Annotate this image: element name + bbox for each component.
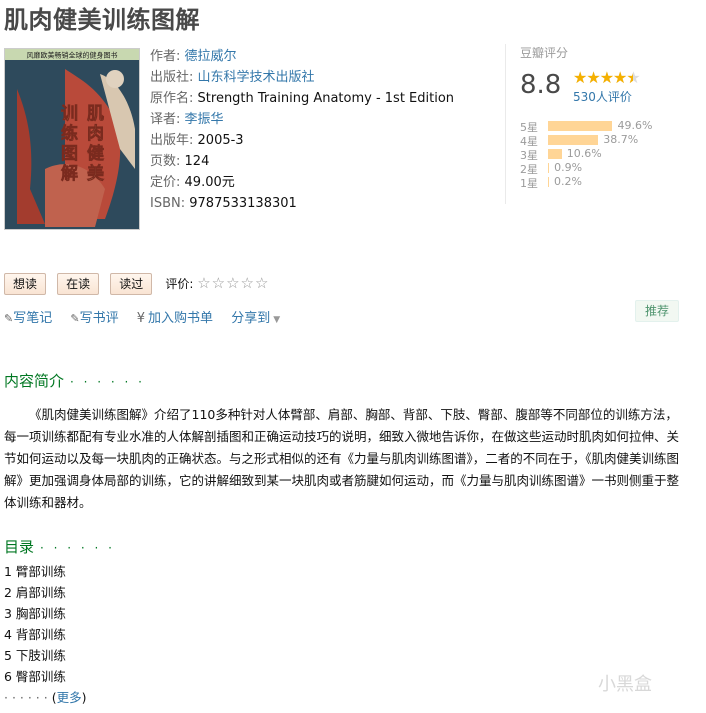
douban-rating-panel: 豆瓣评分 8.8 ★★★★★ ★★★★★ 530人评价 5星 49.6% 4星 38.… [505,44,706,204]
rating-bar-fill [548,177,549,187]
rating-bar-row: 5星 49.6% [520,119,690,134]
reading-button[interactable]: 在读 [57,273,100,295]
cover-title-char: 图 [61,144,78,164]
cover-title-char: 练 [61,123,78,144]
rating-bar-row: 3星 10.6% [520,147,690,162]
rating-bar-fill [548,121,613,131]
toc-more-link[interactable]: 更多 [57,690,82,705]
info-author: 作者: 德拉威尔 [150,49,237,64]
toc-item: 6 臀部训练 [4,669,66,684]
cover-title-char: 肌 [87,104,104,124]
book-info: 作者: 德拉威尔 出版社: 山东科学技术出版社 原作名: Strength Tr… [150,46,454,214]
author-link[interactable]: 德拉威尔 [185,49,237,64]
intro-heading: 内容简介 · · · · · · [4,372,145,390]
yen-icon: ¥ [136,311,146,326]
info-pub-year: 出版年: 2005-3 [150,133,244,148]
rating-bar-percent: 49.6% [617,119,653,132]
info-price: 定价: 49.00元 [150,175,235,190]
toc-more: · · · · · · (更多) [4,690,87,705]
reading-actions: 想读 在读 读过 评价: ☆☆☆☆☆ [4,273,269,295]
rating-bar-row: 1星 0.2% [520,175,690,190]
publisher-link[interactable]: 山东科学技术出版社 [198,70,315,85]
info-publisher: 出版社: 山东科学技术出版社 [150,70,315,85]
have-read-button[interactable]: 读过 [110,273,153,295]
info-original-title: 原作名: Strength Training Anatomy - 1st Edi… [150,91,455,106]
toc-item: 5 下肢训练 [4,648,66,663]
rating-stars-icon: ★★★★★ ★★★★★ [573,68,641,87]
toc-item: 1 臂部训练 [4,564,66,579]
toc-item: 4 背部训练 [4,627,66,642]
add-to-cart-link[interactable]: 加入购书单 [148,311,213,326]
my-rating: 评价: ☆☆☆☆☆ [165,274,269,292]
cover-title-char: 美 [87,163,105,184]
cover-title-char: 解 [61,163,78,184]
toc-item: 2 肩部训练 [4,585,66,600]
rating-bar-fill [548,135,599,145]
info-isbn: ISBN: 9787533138301 [150,196,297,211]
rating-bar-percent: 0.9% [554,161,583,174]
book-cover-image[interactable]: 风靡欧美畅销全球的健身图书 肌肉健美 训练图解 [4,48,140,230]
write-note-link[interactable]: 写笔记 [13,311,52,326]
toc-item: 3 胸部训练 [4,606,66,621]
pencil-icon: ✎ [70,312,80,325]
book-title: 肌肉健美训练图解 [4,6,200,34]
info-translator: 译者: 李振华 [150,112,224,127]
rating-bar-percent: 0.2% [554,175,582,188]
info-pages: 页数: 124 [150,154,210,169]
pencil-icon: ✎ [4,312,14,325]
action-links: ✎写笔记 ✎写书评 ¥ 加入购书单 分享到 ▼ [4,307,294,326]
rating-bar-star: 1星 [520,177,538,190]
share-link[interactable]: 分享到 [231,311,270,326]
cover-title-char: 训 [61,104,78,124]
watermark: 小黑盒 [598,674,652,695]
rating-bar-row: 4星 38.7% [520,133,690,148]
rating-bar-percent: 10.6% [566,147,602,160]
rating-bar-percent: 38.7% [603,133,639,146]
caret-down-icon[interactable]: ▼ [273,315,280,325]
translator-link[interactable]: 李振华 [185,112,224,127]
rating-heading: 豆瓣评分 [520,46,569,60]
recommend-button[interactable]: 推荐 [635,300,679,322]
rating-distribution: 5星 49.6% 4星 38.7% 3星 10.6% 2星 0.9% 1星 0.2% [520,119,690,190]
cover-title-char: 健 [87,143,104,164]
rating-score: 8.8 [520,70,562,100]
write-review-link[interactable]: 写书评 [80,311,119,326]
rating-bar-row: 2星 0.9% [520,161,690,176]
my-rating-stars[interactable]: ☆☆☆☆☆ [197,274,269,292]
want-to-read-button[interactable]: 想读 [4,273,47,295]
cover-banner: 风靡欧美畅销全球的健身图书 [27,51,118,60]
rating-bar-fill [548,149,562,159]
my-rating-label: 评价: [165,277,194,291]
toc-list: 1 臂部训练 2 肩部训练 3 胸部训练 4 背部训练 5 下肢训练 6 臀部训… [4,561,86,708]
rating-bar-fill [548,163,550,173]
toc-heading: 目录 · · · · · · [4,538,115,556]
intro-text: 《肌肉健美训练图解》介绍了110多种针对人体臂部、肩部、胸部、背部、下肢、臀部、… [4,407,680,510]
cover-title-char: 肉 [87,123,104,144]
rating-count-link[interactable]: 530人评价 [573,88,632,105]
